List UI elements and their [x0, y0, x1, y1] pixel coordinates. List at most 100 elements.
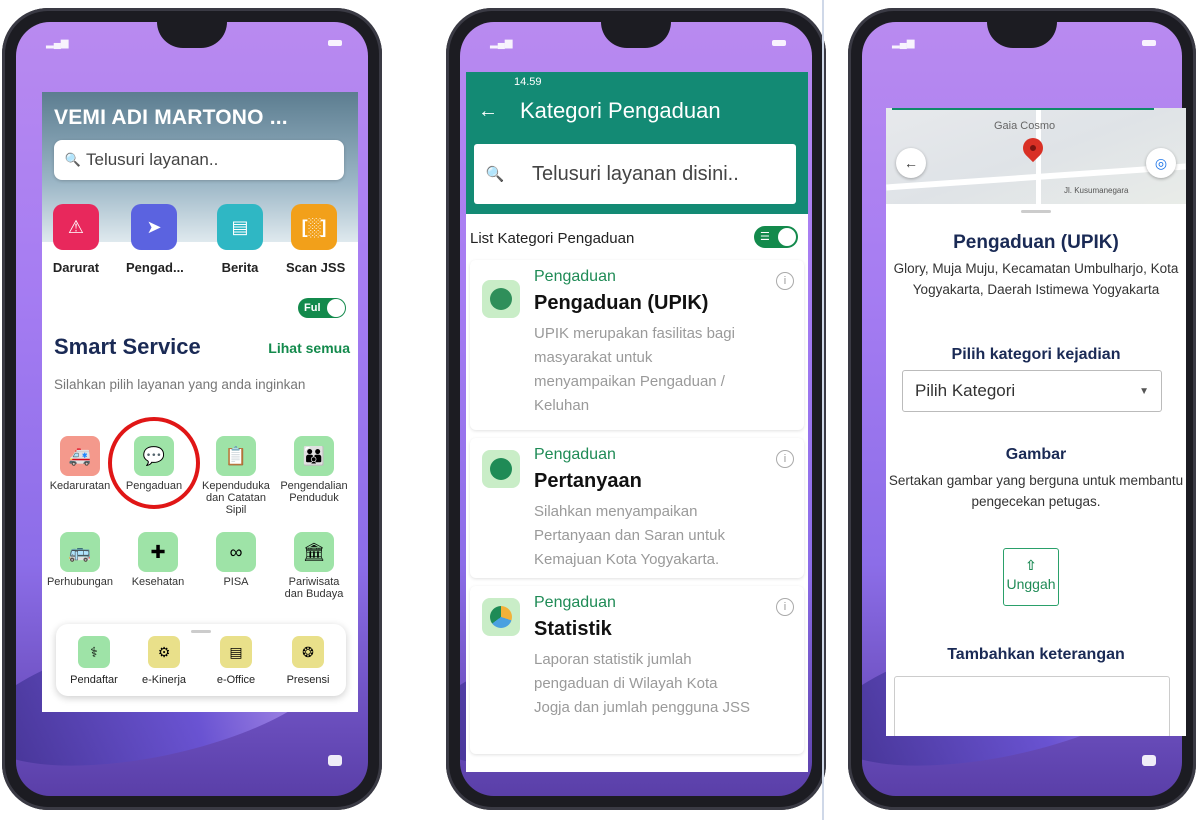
- card-category: Pengaduan: [534, 446, 616, 463]
- card-title: Pengaduan (UPIK): [534, 292, 709, 314]
- battery-icon: [328, 40, 342, 46]
- category-heading: Pilih kategori kejadian: [951, 346, 1121, 363]
- toggle-label: Ful: [304, 302, 321, 314]
- dock-label: Presensi: [286, 674, 330, 686]
- view-toggle[interactable]: ☰: [754, 226, 798, 248]
- service-perhubungan[interactable]: 🚌 Perhubungan: [46, 532, 114, 588]
- quick-action-berita[interactable]: ▤ Berita: [212, 204, 268, 275]
- question-hand-icon: [482, 450, 520, 488]
- list-view-icon: ☰: [760, 231, 770, 243]
- search-input[interactable]: 🔍 Telusuri layanan disini..: [474, 144, 796, 204]
- dock-item-e-office[interactable]: ▤ e-Office: [204, 636, 268, 686]
- service-pisa[interactable]: ∞ PISA: [202, 532, 270, 588]
- person-chart-icon: ⚙: [148, 636, 180, 668]
- binoculars-icon: ∞: [216, 532, 256, 572]
- id-card-icon: 📋: [216, 436, 256, 476]
- service-label: Kesehatan: [131, 576, 185, 588]
- category-card-statistik[interactable]: Pengaduan Statistik Laporan statistik ju…: [470, 586, 804, 754]
- dock-item-presensi[interactable]: ❂ Presensi: [276, 636, 340, 686]
- my-location-icon[interactable]: ◎: [1146, 148, 1176, 178]
- quick-action-label: Berita: [221, 260, 259, 275]
- pie-chart-icon: [482, 598, 520, 636]
- signal-icon: ▂▄▆: [892, 38, 915, 49]
- dock-item-pendaftar[interactable]: ⚕ Pendaftar: [62, 636, 126, 686]
- service-pengendalian-penduduk[interactable]: 👪 Pengendalian Penduduk: [280, 436, 348, 504]
- send-icon: ➤: [131, 204, 177, 250]
- search-placeholder: Telusuri layanan disini..: [532, 162, 739, 185]
- highlight-circle: [108, 417, 200, 509]
- battery-icon: [1142, 40, 1156, 46]
- location-pin-icon: [1018, 133, 1048, 163]
- quick-action-label: Scan JSS: [286, 260, 346, 275]
- dock-item-e-kinerja[interactable]: ⚙ e-Kinerja: [132, 636, 196, 686]
- full-view-toggle[interactable]: Ful: [298, 298, 346, 318]
- info-icon[interactable]: i: [776, 450, 794, 468]
- info-icon[interactable]: i: [776, 598, 794, 616]
- signal-icon: ▂▄▆: [490, 38, 513, 49]
- battery-icon: [772, 40, 786, 46]
- quick-action-pengaduan[interactable]: ➤ Pengad...: [126, 204, 184, 275]
- sheet-handle[interactable]: [1021, 210, 1051, 213]
- card-description: Laporan statistik jumlah pengaduan di Wi…: [534, 651, 750, 716]
- upload-label: Unggah: [1006, 576, 1056, 592]
- location-map[interactable]: Gaia Cosmo Jl. Kusumanegara: [886, 108, 1186, 204]
- header-strip: [892, 108, 1154, 110]
- card-description: Silahkan menyampaikan Pertanyaan dan Sar…: [534, 503, 725, 568]
- dock-handle[interactable]: [191, 630, 211, 633]
- bus-icon: 🚌: [60, 532, 100, 572]
- service-pariwisata-budaya[interactable]: 🏛 Pariwisata dan Budaya: [280, 532, 348, 600]
- medkit-icon: ✚: [138, 532, 178, 572]
- image-heading: Gambar: [1005, 446, 1067, 463]
- scan-icon: [░]: [291, 204, 337, 250]
- category-card-pertanyaan[interactable]: Pengaduan Pertanyaan Silahkan menyampaik…: [470, 438, 804, 578]
- document-icon: ▤: [220, 636, 252, 668]
- section-description: Silahkan pilih layanan yang anda inginka…: [54, 377, 306, 392]
- note-textarea[interactable]: [894, 676, 1170, 736]
- address-text: Glory, Muja Muju, Kecamatan Umbulharjo, …: [893, 261, 1179, 297]
- user-name: VEMI ADI MARTONO ...: [54, 106, 288, 129]
- category-select[interactable]: Pilih Kategori ▼: [902, 370, 1162, 412]
- card-description: UPIK merupakan fasilitas bagi masyarakat…: [534, 325, 735, 414]
- search-input[interactable]: 🔍 Telusuri layanan..: [54, 140, 344, 180]
- service-kependudukan[interactable]: 📋 Kependudukan dan Catatan Sipil: [202, 436, 270, 516]
- card-title: Statistik: [534, 618, 612, 640]
- service-label: Pengendalian Penduduk: [280, 480, 348, 504]
- see-all-link[interactable]: Lihat semua: [268, 340, 350, 356]
- info-icon[interactable]: i: [776, 272, 794, 290]
- card-category: Pengaduan: [534, 268, 616, 285]
- back-arrow-icon[interactable]: ←: [478, 100, 498, 123]
- map-street-label: Jl. Kusumanegara: [1064, 186, 1129, 195]
- service-label: Kedaruratan: [49, 480, 111, 492]
- camera-icon: [328, 755, 342, 766]
- card-title: Pertanyaan: [534, 470, 642, 492]
- home-screen: VEMI ADI MARTONO ... 🔍 Telusuri layanan.…: [42, 92, 358, 712]
- service-kesehatan[interactable]: ✚ Kesehatan: [124, 532, 192, 588]
- dropdown-caret-icon: ▼: [1139, 385, 1149, 397]
- status-bar-time: 14.59: [514, 76, 542, 88]
- news-icon: ▤: [217, 204, 263, 250]
- fingerprint-icon: ❂: [292, 636, 324, 668]
- dock-label: Pendaftar: [70, 674, 118, 686]
- family-icon: 👪: [294, 436, 334, 476]
- dock-label: e-Office: [216, 674, 256, 686]
- quick-action-darurat[interactable]: ⚠ Darurat: [48, 204, 104, 275]
- back-arrow-icon[interactable]: ←: [896, 148, 926, 178]
- service-label: PISA: [223, 576, 249, 588]
- toggle-knob: [327, 299, 345, 317]
- tourism-icon: 🏛: [294, 532, 334, 572]
- list-label: List Kategori Pengaduan: [470, 230, 635, 247]
- quick-action-scan-jss[interactable]: [░] Scan JSS: [286, 204, 346, 275]
- upload-icon: ⇧: [1025, 557, 1037, 573]
- complaint-form-screen: Gaia Cosmo Jl. Kusumanegara ← ◎ Pengadua…: [886, 108, 1186, 736]
- stethoscope-icon: ⚕: [78, 636, 110, 668]
- service-kedaruratan[interactable]: 🚑 Kedaruratan: [46, 436, 114, 492]
- category-card-upik[interactable]: Pengaduan Pengaduan (UPIK) UPIK merupaka…: [470, 260, 804, 430]
- service-label: Perhubungan: [46, 576, 114, 588]
- search-placeholder: Telusuri layanan..: [86, 150, 219, 169]
- signal-icon: ▂▄▆: [46, 38, 69, 49]
- section-title: Smart Service: [54, 334, 201, 359]
- card-category: Pengaduan: [534, 594, 616, 611]
- upload-button[interactable]: ⇧ Unggah: [1003, 548, 1059, 606]
- dock-label: e-Kinerja: [141, 674, 187, 686]
- bottom-dock: ⚕ Pendaftar ⚙ e-Kinerja ▤ e-Office ❂ Pre…: [56, 624, 346, 696]
